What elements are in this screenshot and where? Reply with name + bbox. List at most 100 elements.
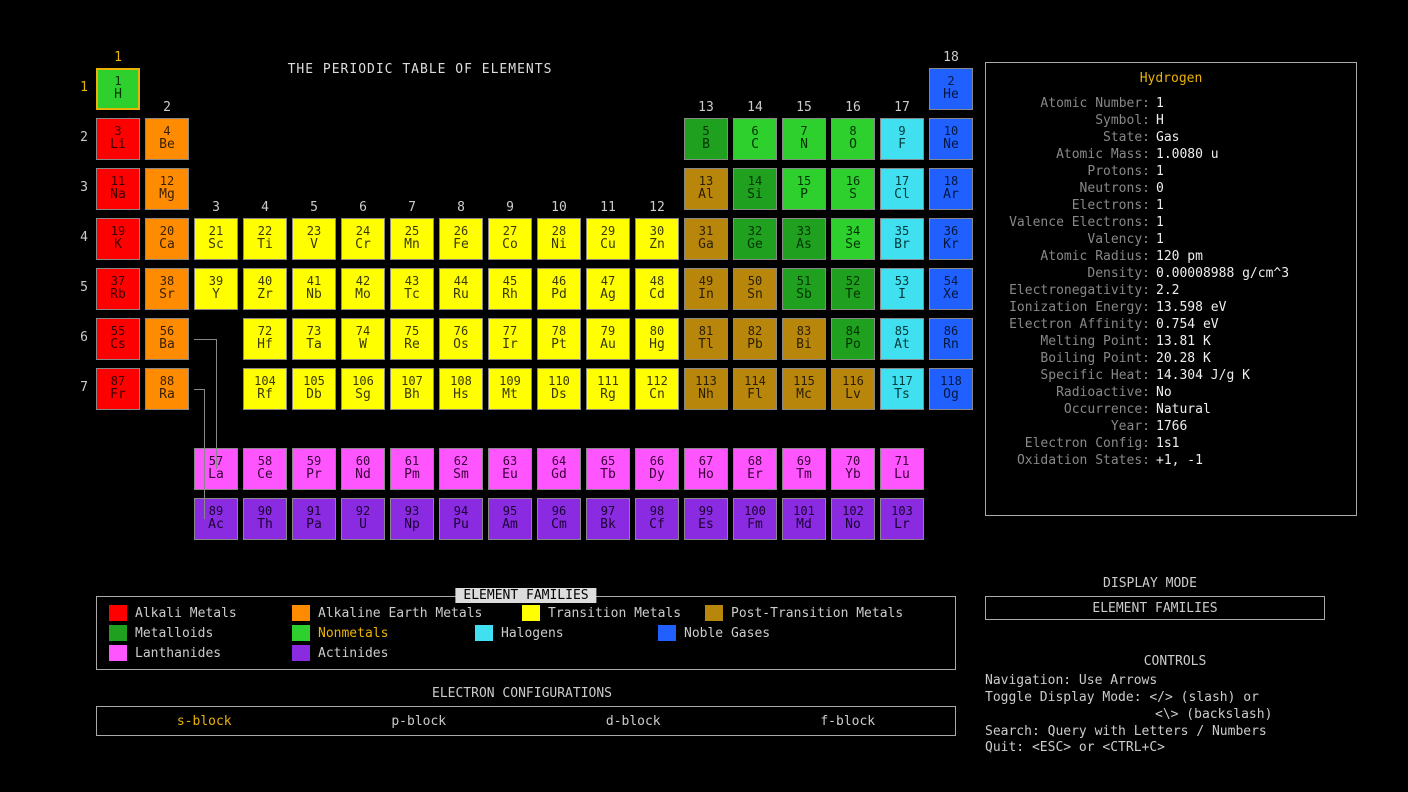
element-cell-Np[interactable]: 93Np [390, 498, 434, 540]
family-legend-item[interactable]: Halogens [475, 625, 658, 641]
element-cell-Mg[interactable]: 12Mg [145, 168, 189, 210]
element-cell-Ds[interactable]: 110Ds [537, 368, 581, 410]
element-cell-Ba[interactable]: 56Ba [145, 318, 189, 360]
element-cell-P[interactable]: 15P [782, 168, 826, 210]
element-cell-At[interactable]: 85At [880, 318, 924, 360]
element-cell-Li[interactable]: 3Li [96, 118, 140, 160]
element-cell-Na[interactable]: 11Na [96, 168, 140, 210]
family-legend-item[interactable]: Metalloids [109, 625, 292, 641]
element-cell-Am[interactable]: 95Am [488, 498, 532, 540]
element-cell-In[interactable]: 49In [684, 268, 728, 310]
element-cell-Cr[interactable]: 24Cr [341, 218, 385, 260]
element-cell-Yb[interactable]: 70Yb [831, 448, 875, 490]
element-cell-Au[interactable]: 79Au [586, 318, 630, 360]
element-cell-As[interactable]: 33As [782, 218, 826, 260]
element-cell-Cs[interactable]: 55Cs [96, 318, 140, 360]
ec-block-tab[interactable]: d-block [606, 714, 661, 729]
element-cell-Ir[interactable]: 77Ir [488, 318, 532, 360]
element-cell-Nd[interactable]: 60Nd [341, 448, 385, 490]
element-cell-Fl[interactable]: 114Fl [733, 368, 777, 410]
element-cell-Sm[interactable]: 62Sm [439, 448, 483, 490]
element-cell-Ce[interactable]: 58Ce [243, 448, 287, 490]
element-cell-Th[interactable]: 90Th [243, 498, 287, 540]
element-cell-Zr[interactable]: 40Zr [243, 268, 287, 310]
element-cell-Lr[interactable]: 103Lr [880, 498, 924, 540]
display-mode-value[interactable]: ELEMENT FAMILIES [985, 596, 1325, 620]
element-cell-Db[interactable]: 105Db [292, 368, 336, 410]
element-cell-Lu[interactable]: 71Lu [880, 448, 924, 490]
element-cell-Rg[interactable]: 111Rg [586, 368, 630, 410]
ec-block-tab[interactable]: p-block [391, 714, 446, 729]
element-cell-Mo[interactable]: 42Mo [341, 268, 385, 310]
element-cell-U[interactable]: 92U [341, 498, 385, 540]
element-cell-H[interactable]: 1H [96, 68, 140, 110]
element-cell-Rh[interactable]: 45Rh [488, 268, 532, 310]
element-cell-Sg[interactable]: 106Sg [341, 368, 385, 410]
element-cell-Og[interactable]: 118Og [929, 368, 973, 410]
ec-block-tab[interactable]: f-block [820, 714, 875, 729]
family-legend-item[interactable]: Alkali Metals [109, 605, 292, 621]
element-cell-Ta[interactable]: 73Ta [292, 318, 336, 360]
element-cell-Sn[interactable]: 50Sn [733, 268, 777, 310]
element-cell-Gd[interactable]: 64Gd [537, 448, 581, 490]
element-cell-Fr[interactable]: 87Fr [96, 368, 140, 410]
element-cell-Ra[interactable]: 88Ra [145, 368, 189, 410]
element-cell-Co[interactable]: 27Co [488, 218, 532, 260]
family-legend-item[interactable]: Nonmetals [292, 625, 475, 641]
element-cell-Ag[interactable]: 47Ag [586, 268, 630, 310]
element-cell-Cf[interactable]: 98Cf [635, 498, 679, 540]
element-cell-Bk[interactable]: 97Bk [586, 498, 630, 540]
element-cell-Pr[interactable]: 59Pr [292, 448, 336, 490]
element-cell-Xe[interactable]: 54Xe [929, 268, 973, 310]
element-cell-Pu[interactable]: 94Pu [439, 498, 483, 540]
element-cell-Lv[interactable]: 116Lv [831, 368, 875, 410]
element-cell-Tl[interactable]: 81Tl [684, 318, 728, 360]
element-cell-Sb[interactable]: 51Sb [782, 268, 826, 310]
element-cell-Ts[interactable]: 117Ts [880, 368, 924, 410]
element-cell-K[interactable]: 19K [96, 218, 140, 260]
element-cell-Hg[interactable]: 80Hg [635, 318, 679, 360]
electron-config-tabs[interactable]: s-blockp-blockd-blockf-block [96, 706, 956, 736]
element-cell-Po[interactable]: 84Po [831, 318, 875, 360]
element-cell-Nb[interactable]: 41Nb [292, 268, 336, 310]
element-cell-Md[interactable]: 101Md [782, 498, 826, 540]
element-cell-Kr[interactable]: 36Kr [929, 218, 973, 260]
element-cell-I[interactable]: 53I [880, 268, 924, 310]
element-cell-He[interactable]: 2He [929, 68, 973, 110]
family-legend-item[interactable]: Noble Gases [658, 625, 841, 641]
family-legend-item[interactable]: Transition Metals [522, 605, 705, 621]
element-cell-Tc[interactable]: 43Tc [390, 268, 434, 310]
element-cell-Ar[interactable]: 18Ar [929, 168, 973, 210]
element-cell-Re[interactable]: 75Re [390, 318, 434, 360]
family-legend-item[interactable]: Lanthanides [109, 645, 292, 661]
element-cell-Bi[interactable]: 83Bi [782, 318, 826, 360]
element-cell-Ho[interactable]: 67Ho [684, 448, 728, 490]
element-cell-Si[interactable]: 14Si [733, 168, 777, 210]
element-cell-O[interactable]: 8O [831, 118, 875, 160]
element-cell-Fm[interactable]: 100Fm [733, 498, 777, 540]
element-cell-Ni[interactable]: 28Ni [537, 218, 581, 260]
element-cell-Tb[interactable]: 65Tb [586, 448, 630, 490]
family-legend-item[interactable]: Post-Transition Metals [705, 605, 935, 621]
element-cell-Rn[interactable]: 86Rn [929, 318, 973, 360]
element-cell-Rb[interactable]: 37Rb [96, 268, 140, 310]
element-cell-Nh[interactable]: 113Nh [684, 368, 728, 410]
element-cell-Dy[interactable]: 66Dy [635, 448, 679, 490]
element-cell-Ne[interactable]: 10Ne [929, 118, 973, 160]
element-cell-Be[interactable]: 4Be [145, 118, 189, 160]
element-cell-Te[interactable]: 52Te [831, 268, 875, 310]
element-cell-Cn[interactable]: 112Cn [635, 368, 679, 410]
element-cell-Ru[interactable]: 44Ru [439, 268, 483, 310]
element-cell-Sr[interactable]: 38Sr [145, 268, 189, 310]
element-cell-B[interactable]: 5B [684, 118, 728, 160]
element-cell-Mn[interactable]: 25Mn [390, 218, 434, 260]
element-cell-S[interactable]: 16S [831, 168, 875, 210]
element-cell-Ti[interactable]: 22Ti [243, 218, 287, 260]
element-cell-Se[interactable]: 34Se [831, 218, 875, 260]
element-cell-Os[interactable]: 76Os [439, 318, 483, 360]
element-cell-Es[interactable]: 99Es [684, 498, 728, 540]
element-cell-No[interactable]: 102No [831, 498, 875, 540]
element-cell-F[interactable]: 9F [880, 118, 924, 160]
element-cell-Ga[interactable]: 31Ga [684, 218, 728, 260]
element-cell-Pa[interactable]: 91Pa [292, 498, 336, 540]
